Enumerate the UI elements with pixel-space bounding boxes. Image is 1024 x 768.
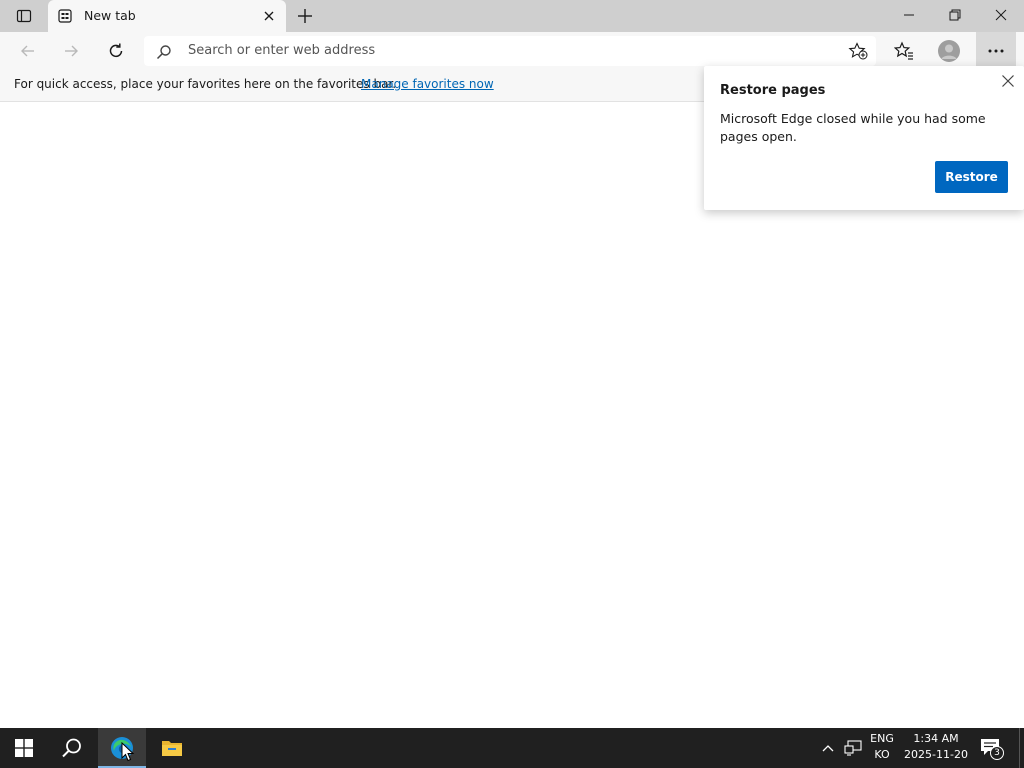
restore-icon <box>949 9 961 21</box>
minimize-button[interactable] <box>886 0 932 30</box>
chevron-up-icon <box>822 745 834 752</box>
taskbar-file-explorer-button[interactable] <box>148 728 196 768</box>
network-icon <box>844 740 862 756</box>
restore-pages-popup: Restore pages Microsoft Edge closed whil… <box>704 66 1024 210</box>
tab-title: New tab <box>84 8 136 23</box>
back-button[interactable] <box>16 39 40 63</box>
settings-and-more-button[interactable] <box>976 32 1016 70</box>
input-language-indicator[interactable]: ENG KO <box>866 731 898 763</box>
show-desktop-button[interactable] <box>1019 728 1020 768</box>
close-popup-icon[interactable] <box>1001 74 1015 88</box>
plus-icon <box>298 9 312 23</box>
manage-favorites-link[interactable]: Manage favorites now <box>361 77 494 91</box>
more-dots-icon <box>988 49 1004 53</box>
language-line-1: ENG <box>870 732 894 745</box>
back-arrow-icon <box>21 45 34 57</box>
favorites-button[interactable] <box>893 40 915 62</box>
show-hidden-icons-button[interactable] <box>818 738 838 758</box>
mouse-cursor-icon <box>121 742 135 762</box>
profile-icon <box>941 44 957 59</box>
start-button[interactable] <box>0 728 48 768</box>
popup-title: Restore pages <box>720 83 826 98</box>
tab-new-tab[interactable]: New tab <box>48 0 286 32</box>
taskbar: ENG KO 1:34 AM 2025-11-20 3 <box>0 728 1024 768</box>
browser-toolbar: Search or enter web address <box>0 32 1024 70</box>
close-icon <box>995 9 1007 21</box>
file-explorer-icon <box>162 741 182 756</box>
tab-strip: New tab <box>0 0 1024 32</box>
new-tab-button[interactable] <box>294 6 316 26</box>
notification-count-badge: 3 <box>990 746 1004 760</box>
search-icon <box>156 45 171 60</box>
taskbar-search-button[interactable] <box>48 728 96 768</box>
add-favorite-icon[interactable] <box>848 42 868 60</box>
forward-button[interactable] <box>59 39 83 63</box>
address-placeholder: Search or enter web address <box>188 43 376 58</box>
address-bar[interactable]: Search or enter web address <box>144 36 876 66</box>
taskbar-clock[interactable]: 1:34 AM 2025-11-20 <box>900 731 972 763</box>
close-tab-icon[interactable] <box>262 9 276 23</box>
action-center-button[interactable]: 3 <box>980 738 1004 760</box>
favorites-bar-message: For quick access, place your favorites h… <box>14 77 397 91</box>
minimize-icon <box>904 14 914 16</box>
refresh-icon <box>109 43 123 58</box>
tab-actions-icon <box>16 9 32 23</box>
favorites-star-icon <box>894 41 913 60</box>
popup-body: Microsoft Edge closed while you had some… <box>720 111 986 144</box>
newtab-page-icon <box>58 9 72 23</box>
clock-date: 2025-11-20 <box>904 748 968 761</box>
windows-start-icon <box>15 739 33 757</box>
language-line-2: KO <box>874 748 890 761</box>
clock-time: 1:34 AM <box>913 732 959 745</box>
profile-avatar[interactable] <box>938 40 960 62</box>
tab-actions-menu[interactable] <box>8 6 40 26</box>
restore-button[interactable]: Restore <box>935 161 1008 193</box>
close-window-button[interactable] <box>978 0 1024 30</box>
forward-arrow-icon <box>65 45 78 57</box>
refresh-button[interactable] <box>104 39 128 63</box>
restore-window-button[interactable] <box>932 0 978 30</box>
network-button[interactable] <box>843 738 863 758</box>
search-icon <box>62 738 81 758</box>
